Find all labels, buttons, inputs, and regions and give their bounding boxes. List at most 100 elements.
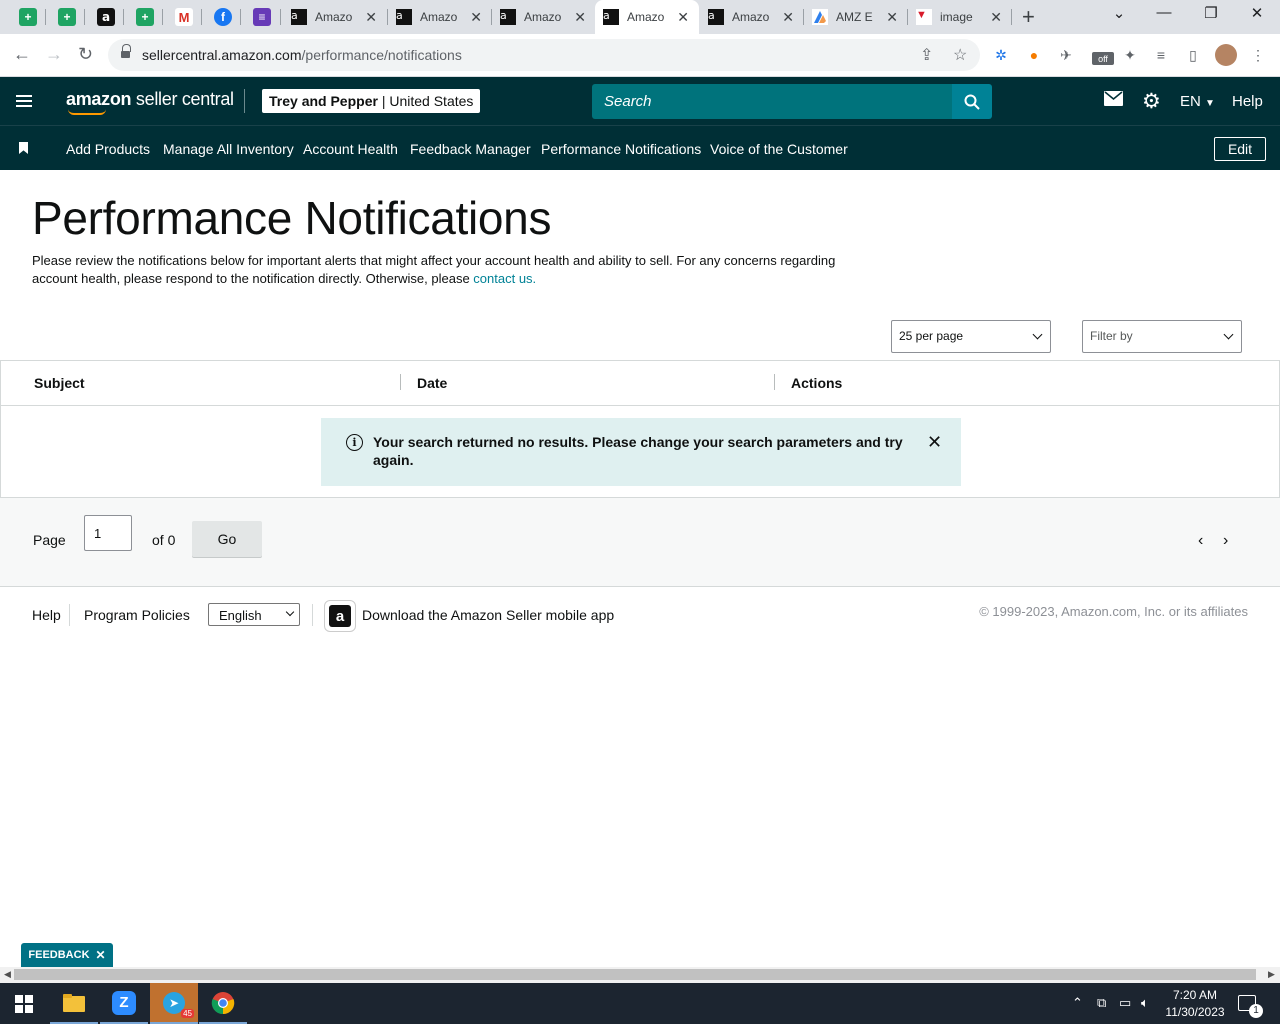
per-page-select[interactable]: 25 per page (891, 320, 1051, 353)
notification-center-icon[interactable]: 1 (1238, 995, 1263, 1018)
nav-voice-of-customer[interactable]: Voice of the Customer (710, 141, 848, 157)
zoom-taskbar[interactable]: Z (100, 983, 148, 1024)
copyright: © 1999-2023, Amazon.com, Inc. or its aff… (979, 604, 1248, 619)
close-icon[interactable]: ✕ (990, 9, 1002, 26)
scrollbar-thumb[interactable] (14, 969, 1256, 980)
horizontal-scrollbar[interactable]: ◀ ▶ (0, 967, 1280, 983)
store-selector[interactable]: Trey and Pepper | United States (262, 89, 481, 113)
close-window-button[interactable]: ✕ (1242, 4, 1272, 22)
close-icon[interactable]: ✕ (96, 948, 106, 962)
help-link[interactable]: Help (1232, 93, 1263, 110)
tab-amazon-1[interactable]: a Amazo ✕ (283, 0, 387, 34)
seller-app-icon[interactable]: a (324, 600, 356, 632)
side-panel-icon[interactable]: ▯ (1184, 46, 1202, 64)
address-bar[interactable]: sellercentral.amazon.com/performance/not… (108, 39, 980, 71)
tab-search-chevron-icon[interactable]: ⌄ (1104, 4, 1134, 22)
pinned-tab-amazon[interactable]: a (94, 5, 118, 29)
pinned-tab-sheets-3[interactable]: + (133, 5, 157, 29)
puzzle-extensions-icon[interactable]: ✦ (1121, 46, 1139, 64)
close-icon[interactable]: ✕ (782, 9, 794, 26)
page-number-input[interactable]: 1 (84, 515, 132, 551)
footer-language-select[interactable]: English (208, 603, 300, 626)
file-explorer-taskbar[interactable] (50, 983, 98, 1024)
forward-arrow-icon[interactable]: → (45, 44, 63, 65)
go-button[interactable]: Go (192, 521, 262, 557)
extension-icon[interactable]: ● (1025, 46, 1043, 64)
nav-add-products[interactable]: Add Products (66, 141, 150, 157)
pinned-tab-facebook[interactable]: f (211, 5, 235, 29)
nav-manage-inventory[interactable]: Manage All Inventory (163, 141, 294, 157)
windows-start-button[interactable] (0, 983, 48, 1024)
tab-divider (201, 9, 202, 25)
close-icon[interactable]: ✕ (927, 432, 942, 453)
browser-toolbar: ← → ↻ sellercentral.amazon.com/performan… (0, 34, 1280, 77)
new-tab-button[interactable]: + (1022, 4, 1035, 30)
extension-icon[interactable]: ✲ (992, 46, 1010, 64)
close-icon[interactable]: ✕ (470, 9, 482, 26)
volume-icon[interactable]: 🔈︎ (1141, 995, 1149, 1011)
info-icon: i (346, 434, 363, 451)
profile-avatar[interactable] (1215, 44, 1237, 66)
close-icon[interactable]: ✕ (574, 9, 586, 26)
tab-amazon-active[interactable]: a Amazo ✕ (595, 0, 699, 34)
pinned-tab-gmail[interactable]: M (172, 5, 196, 29)
footer-help-link[interactable]: Help (32, 607, 61, 623)
column-divider (774, 374, 775, 390)
bookmark-icon[interactable] (19, 142, 28, 154)
reading-list-icon[interactable]: ≡ (1152, 46, 1170, 64)
extension-icon[interactable]: ✈ (1057, 46, 1075, 64)
search-button[interactable] (952, 84, 992, 119)
amazon-icon: a (396, 9, 412, 25)
minimize-button[interactable]: — (1149, 4, 1179, 21)
reload-icon[interactable]: ↻ (78, 44, 93, 65)
feedback-tab[interactable]: FEEDBACK ✕ (21, 943, 113, 967)
download-app-link[interactable]: Download the Amazon Seller mobile app (362, 607, 614, 623)
logo-seller-central: seller central (131, 89, 234, 109)
pinned-tab-forms[interactable]: ≡ (250, 5, 274, 29)
edit-bookmarks-button[interactable]: Edit (1214, 137, 1266, 161)
tab-amazon-2[interactable]: a Amazo ✕ (388, 0, 492, 34)
meet-now-icon[interactable]: ⧉ (1097, 995, 1106, 1011)
tab-amz-ebay[interactable]: AMZ E ✕ (804, 0, 908, 34)
close-icon[interactable]: ✕ (886, 9, 898, 26)
mail-icon[interactable] (1104, 90, 1123, 111)
share-icon[interactable]: ⇪ (920, 45, 933, 65)
hamburger-menu-icon[interactable] (16, 95, 32, 107)
menu-kebab-icon[interactable]: ⋮ (1249, 46, 1267, 64)
chevron-up-icon[interactable]: ⌃ (1072, 995, 1083, 1011)
column-subject[interactable]: Subject (34, 375, 85, 391)
scroll-right-icon[interactable]: ▶ (1268, 969, 1275, 980)
network-icon[interactable]: ▭ (1119, 995, 1131, 1011)
back-arrow-icon[interactable]: ← (13, 44, 31, 65)
close-icon[interactable]: ✕ (365, 9, 377, 26)
language-selector[interactable]: EN ▼ (1180, 93, 1215, 110)
nav-feedback-manager[interactable]: Feedback Manager (410, 141, 531, 157)
telegram-taskbar[interactable]: ➤ 45 (150, 983, 198, 1024)
chrome-taskbar[interactable] (199, 983, 247, 1024)
column-date[interactable]: Date (417, 375, 447, 391)
taskbar-clock[interactable]: 7:20 AM 11/30/2023 (1160, 987, 1230, 1021)
settings-gear-icon[interactable]: ⚙ (1142, 89, 1161, 114)
seller-central-logo[interactable]: amazon seller central (66, 89, 234, 115)
column-actions[interactable]: Actions (791, 375, 842, 391)
off-extension-icon[interactable]: off (1092, 52, 1114, 65)
chevron-right-icon[interactable]: › (1223, 532, 1228, 550)
bookmark-star-icon[interactable]: ☆ (953, 45, 967, 65)
nav-performance-notifications[interactable]: Performance Notifications (541, 141, 701, 157)
chevron-left-icon[interactable]: ‹ (1198, 532, 1203, 550)
scroll-left-icon[interactable]: ◀ (4, 969, 11, 980)
search-input[interactable]: Search (592, 84, 952, 119)
pinned-tab-sheets[interactable]: + (16, 5, 40, 29)
close-icon[interactable]: ✕ (677, 9, 689, 26)
clock-date: 11/30/2023 (1165, 1005, 1225, 1019)
tab-image[interactable]: ▼ image ✕ (908, 0, 1012, 34)
pinned-tab-sheets-2[interactable]: + (55, 5, 79, 29)
filter-by-select[interactable]: Filter by (1082, 320, 1242, 353)
program-policies-link[interactable]: Program Policies (84, 607, 190, 623)
tab-amazon-5[interactable]: a Amazo ✕ (700, 0, 804, 34)
tab-amazon-3[interactable]: a Amazo ✕ (492, 0, 596, 34)
restore-button[interactable]: ❐ (1196, 4, 1226, 22)
contact-us-link[interactable]: contact us. (473, 271, 536, 286)
nav-account-health[interactable]: Account Health (303, 141, 398, 157)
intro-text: Please review the notifications below fo… (32, 252, 862, 288)
